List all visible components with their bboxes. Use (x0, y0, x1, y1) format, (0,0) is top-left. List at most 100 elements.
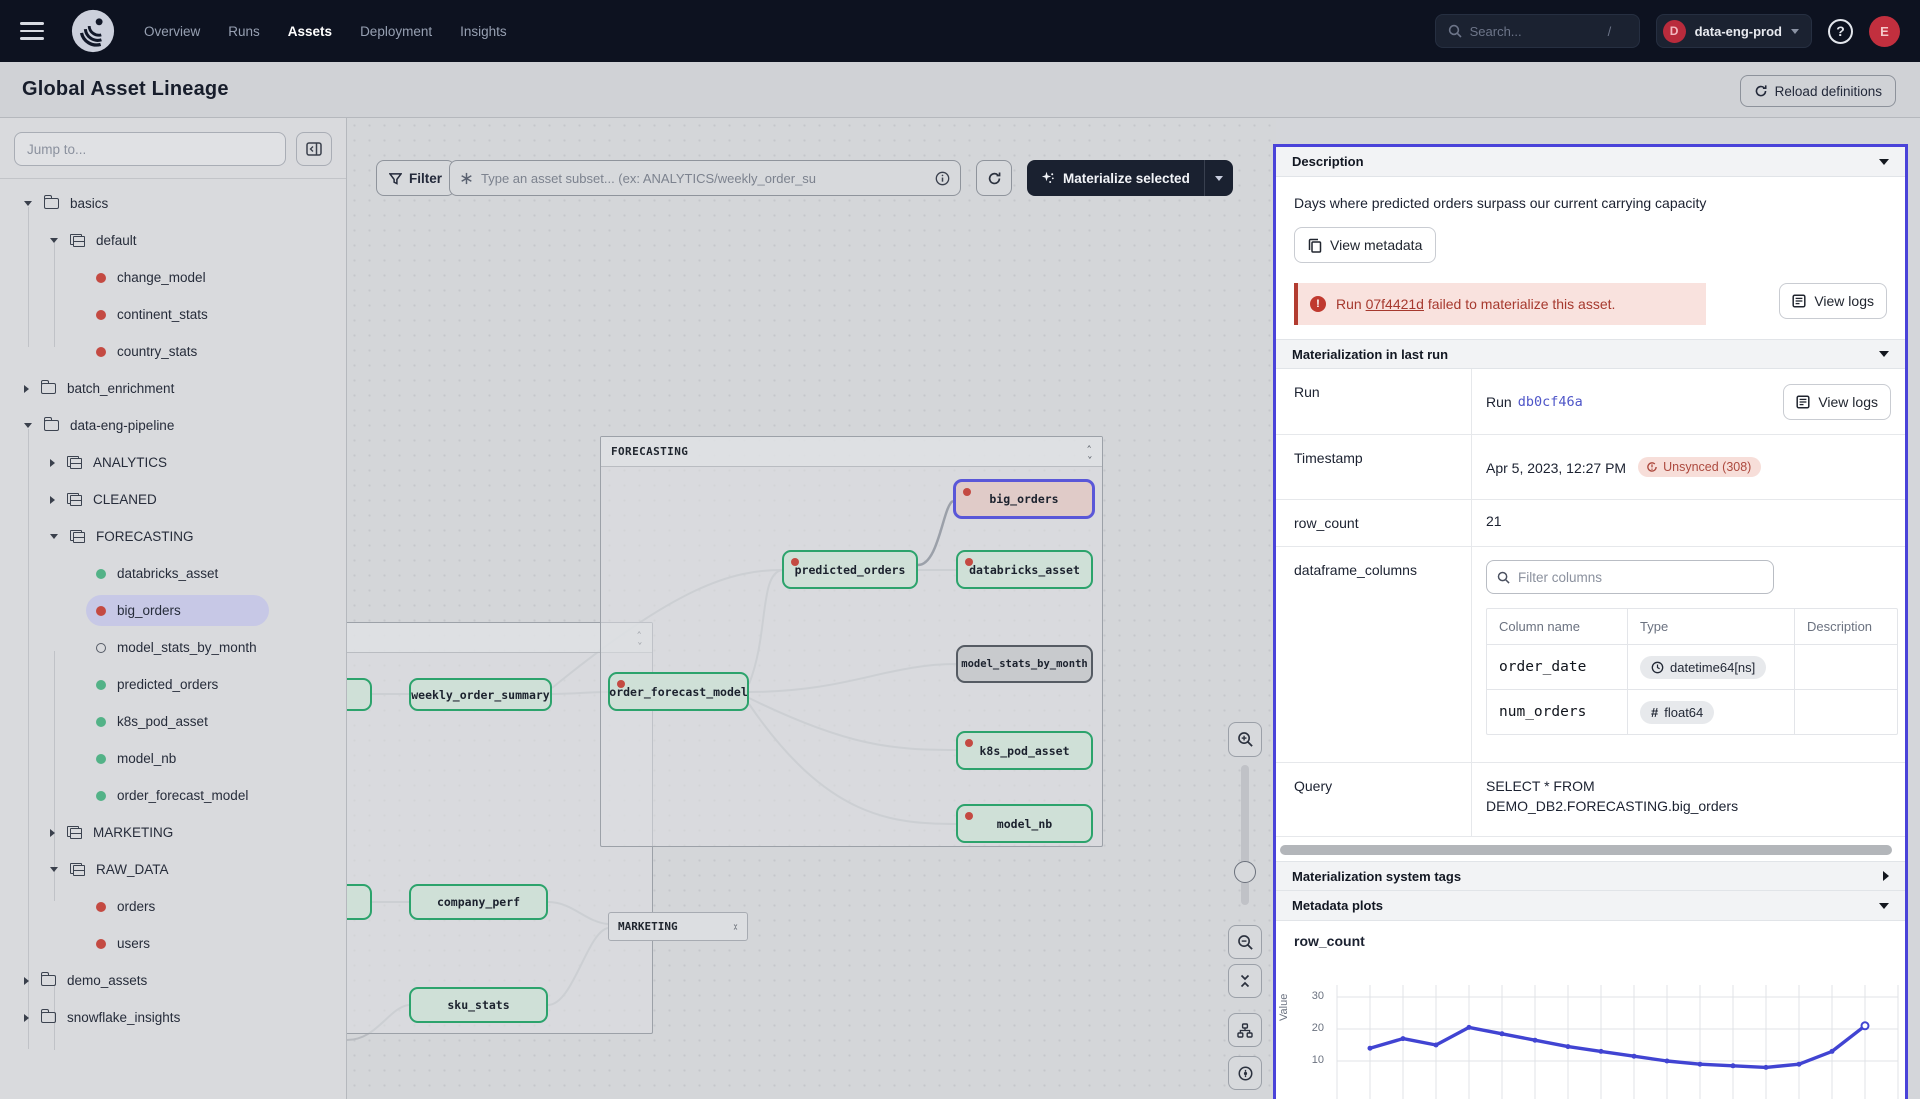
caret-down-icon[interactable] (50, 238, 58, 243)
run-row: Run Run db0cf46a View logs (1276, 369, 1905, 435)
metadata-plots-section-header[interactable]: Metadata plots (1276, 891, 1905, 921)
view-metadata-button[interactable]: View metadata (1294, 227, 1436, 263)
sidebar-item-k8s-pod-asset[interactable]: k8s_pod_asset (0, 703, 346, 740)
sidebar-item-batch-enrichment[interactable]: batch_enrichment (0, 370, 346, 407)
caret-right-icon[interactable] (24, 385, 29, 393)
nav-insights[interactable]: Insights (460, 24, 507, 39)
caret-down-icon[interactable] (24, 423, 32, 428)
sidebar-item-big-orders[interactable]: big_orders (0, 592, 346, 629)
sidebar-item-analytics[interactable]: ANALYTICS (0, 444, 346, 481)
dataframe-columns-label: dataframe_columns (1276, 547, 1471, 762)
sidebar-item-predicted-orders[interactable]: predicted_orders (0, 666, 346, 703)
sidebar-item-model-nb[interactable]: model_nb (0, 740, 346, 777)
failed-run-link[interactable]: 07f4421d (1366, 296, 1424, 312)
run-id-link[interactable]: db0cf46a (1518, 394, 1583, 410)
caret-right-icon[interactable] (50, 496, 55, 504)
group-collapse-icon[interactable]: ⌃⌃ (1087, 445, 1092, 459)
sidebar-item-demo-assets[interactable]: demo_assets (0, 962, 346, 999)
sidebar-item-databricks-asset[interactable]: databricks_asset (0, 555, 346, 592)
nav-deployment[interactable]: Deployment (360, 24, 432, 39)
asset-node-k8s-pod-asset[interactable]: k8s_pod_asset (956, 731, 1093, 770)
deployment-switcher[interactable]: D data-eng-prod (1656, 14, 1812, 48)
asset-node-partial[interactable] (347, 884, 372, 920)
nav-overview[interactable]: Overview (144, 24, 200, 39)
sidebar-item-marketing[interactable]: MARKETING (0, 814, 346, 851)
materialization-section-header[interactable]: Materialization in last run (1276, 339, 1905, 369)
zoom-slider[interactable] (1228, 765, 1262, 905)
timestamp-row-label: Timestamp (1276, 435, 1471, 499)
system-tags-section-header[interactable]: Materialization system tags (1276, 861, 1905, 891)
collapse-sidebar-button[interactable] (296, 132, 332, 166)
filter-button[interactable]: Filter (376, 160, 455, 196)
user-avatar[interactable]: E (1869, 16, 1900, 47)
asset-node-weekly-order-summary[interactable]: weekly_order_summary (409, 678, 552, 711)
sidebar-item-order-forecast-model[interactable]: order_forecast_model (0, 777, 346, 814)
recenter-button[interactable] (1228, 1056, 1262, 1090)
materialize-selected-button[interactable]: Materialize selected (1027, 160, 1233, 196)
zoom-slider-handle[interactable] (1234, 861, 1256, 883)
caret-right-icon[interactable] (50, 459, 55, 467)
collapse-all-groups-button[interactable] (1228, 964, 1262, 998)
asset-group-icon (70, 530, 85, 543)
sidebar-item-users[interactable]: users (0, 925, 346, 962)
refresh-graph-button[interactable] (976, 160, 1012, 196)
sidebar-item-model-stats-by-month[interactable]: model_stats_by_month (0, 629, 346, 666)
caret-right-icon[interactable] (24, 1014, 29, 1022)
asset-group-marketing-collapsed[interactable]: MARKETING ⌄⌄ (608, 912, 748, 941)
asset-node-model-nb[interactable]: model_nb (956, 804, 1093, 843)
zoom-in-button[interactable] (1228, 722, 1262, 757)
asset-node-order-forecast-model[interactable]: order_forecast_model (608, 672, 749, 711)
sidebar-item-data-eng-pipeline[interactable]: data-eng-pipeline (0, 407, 346, 444)
jump-to-input[interactable] (14, 132, 286, 166)
zoom-slider-track[interactable] (1241, 765, 1249, 905)
asset-node-model-stats-by-month[interactable]: model_stats_by_month (956, 645, 1093, 683)
asset-node-big-orders[interactable]: big_orders (953, 479, 1095, 519)
sidebar-item-continent-stats[interactable]: continent_stats (0, 296, 346, 333)
nav-runs[interactable]: Runs (228, 24, 260, 39)
caret-down-icon[interactable] (50, 867, 58, 872)
asset-group-titlebar[interactable]: FORECASTING ⌃⌃ (601, 437, 1102, 467)
graph-layout-button[interactable] (1228, 1013, 1262, 1047)
caret-down-icon[interactable] (24, 201, 32, 206)
lineage-graph[interactable]: ⌃⌃ FORECASTING ⌃⌃ MARKETING ⌄⌄ weekly_or… (347, 118, 1276, 1099)
menu-icon[interactable] (20, 22, 44, 40)
asset-node-company-perf[interactable]: company_perf (409, 884, 548, 920)
sidebar-item-snowflake-insights[interactable]: snowflake_insights (0, 999, 346, 1036)
search-input[interactable] (1470, 24, 1600, 39)
sidebar-item-raw-data[interactable]: RAW_DATA (0, 851, 346, 888)
help-button[interactable]: ? (1828, 19, 1853, 44)
asset-node-databricks-asset[interactable]: databricks_asset (956, 550, 1093, 589)
sidebar-item-change-model[interactable]: change_model (0, 259, 346, 296)
caret-right-icon[interactable] (50, 829, 55, 837)
refresh-icon (1754, 84, 1768, 98)
description-section-header[interactable]: Description (1276, 147, 1905, 177)
panel-horizontal-scrollbar[interactable] (1280, 845, 1892, 855)
sidebar-item-basics[interactable]: basics (0, 185, 346, 222)
sidebar-item-orders[interactable]: orders (0, 888, 346, 925)
caret-down-icon[interactable] (50, 534, 58, 539)
y-tick-20: 20 (1290, 1022, 1324, 1034)
sidebar-item-forecasting[interactable]: FORECASTING (0, 518, 346, 555)
view-logs-button[interactable]: View logs (1779, 283, 1887, 319)
sidebar-item-default[interactable]: default (0, 222, 346, 259)
reload-definitions-button[interactable]: Reload definitions (1740, 75, 1896, 107)
zoom-out-button[interactable] (1228, 925, 1262, 959)
asset-subset-input[interactable] (481, 171, 927, 186)
info-icon[interactable] (935, 171, 950, 186)
filter-columns-input[interactable] (1518, 570, 1763, 585)
asset-node-sku-stats[interactable]: sku_stats (409, 987, 548, 1023)
asset-group-icon (70, 234, 85, 247)
asset-group-icon (67, 826, 82, 839)
global-search[interactable]: / (1435, 14, 1640, 48)
asset-node-predicted-orders[interactable]: predicted_orders (782, 550, 918, 589)
query-row: Query SELECT * FROM DEMO_DB2.FORECASTING… (1276, 763, 1905, 837)
asset-node-partial[interactable] (347, 678, 372, 711)
dagster-logo-icon[interactable] (70, 8, 116, 54)
group-expand-icon[interactable]: ⌄⌄ (715, 920, 738, 934)
materialize-options-caret[interactable] (1205, 176, 1233, 181)
sidebar-item-country-stats[interactable]: country_stats (0, 333, 346, 370)
view-logs-button[interactable]: View logs (1783, 384, 1891, 420)
sidebar-item-cleaned[interactable]: CLEANED (0, 481, 346, 518)
nav-assets[interactable]: Assets (288, 24, 332, 39)
caret-right-icon[interactable] (24, 977, 29, 985)
